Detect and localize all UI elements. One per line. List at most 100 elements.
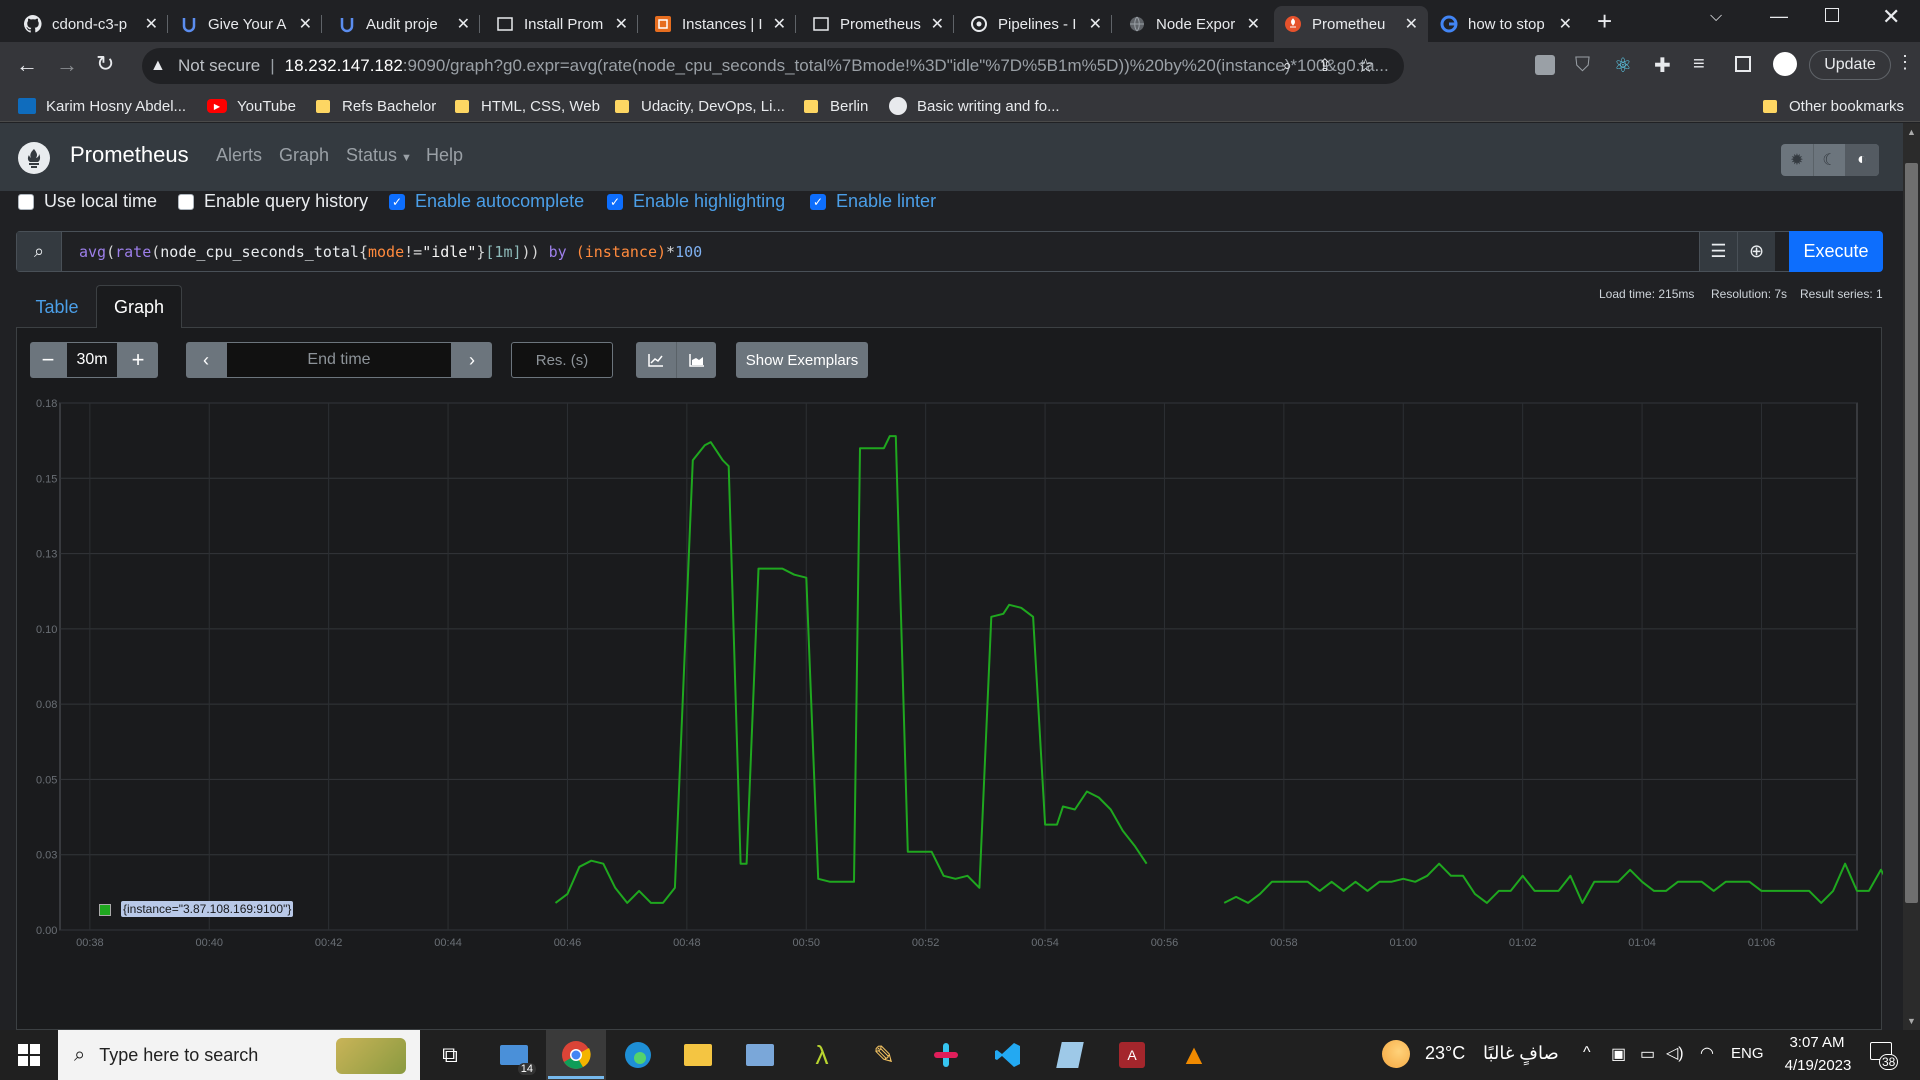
checkbox[interactable]: [18, 193, 34, 210]
option-highlighting[interactable]: ✓ Enable highlighting: [607, 191, 785, 212]
vlc-icon[interactable]: ▲: [1176, 1037, 1212, 1073]
edge-icon[interactable]: [620, 1037, 656, 1073]
vertical-scrollbar[interactable]: ▲ ▼: [1903, 123, 1920, 1030]
brand-title[interactable]: Prometheus: [70, 142, 189, 168]
back-icon[interactable]: ←: [16, 52, 38, 78]
query-input[interactable]: avg(rate(node_cpu_seconds_total{mode!="i…: [79, 243, 702, 261]
mail-icon[interactable]: 14: [496, 1037, 536, 1075]
range-input[interactable]: 30m: [66, 342, 118, 378]
tab-table[interactable]: Table: [22, 286, 92, 328]
browser-tab[interactable]: Prometheus ✕: [802, 6, 954, 42]
other-bookmarks[interactable]: Other bookmarks: [1763, 96, 1904, 116]
nav-alerts[interactable]: Alerts: [216, 145, 262, 166]
vscode-icon[interactable]: [990, 1037, 1026, 1073]
option-local-time[interactable]: Use local time: [18, 191, 157, 212]
clock-date[interactable]: 4/19/2023: [1778, 1057, 1858, 1074]
windows-start-icon[interactable]: [18, 1044, 40, 1066]
option-autocomplete[interactable]: ✓ Enable autocomplete: [389, 191, 584, 212]
checkbox-checked[interactable]: ✓: [607, 193, 623, 210]
taskbar-search[interactable]: ⌕ Type here to search: [58, 1030, 420, 1080]
lambda-app-icon[interactable]: λ: [804, 1037, 840, 1073]
paint-icon[interactable]: ✎: [866, 1037, 902, 1073]
notes-app-icon[interactable]: [1052, 1037, 1088, 1073]
browser-tab[interactable]: Node Expor ✕: [1118, 6, 1270, 42]
close-icon[interactable]: ✕: [299, 14, 312, 34]
scroll-down-icon[interactable]: ▼: [1907, 1016, 1916, 1026]
end-time-input[interactable]: End time: [226, 342, 452, 378]
access-icon[interactable]: A: [1114, 1037, 1150, 1073]
minimize-icon[interactable]: —: [1770, 6, 1788, 27]
scroll-thumb[interactable]: [1905, 163, 1918, 903]
chevron-right-icon[interactable]: ›: [452, 342, 492, 378]
option-query-history[interactable]: Enable query history: [178, 191, 368, 212]
remote-desktop-icon[interactable]: [742, 1037, 778, 1073]
stacked-chart-icon[interactable]: [676, 342, 716, 378]
weather-temp[interactable]: 23°C: [1425, 1043, 1465, 1064]
series-line[interactable]: [554, 435, 1148, 904]
puzzle-icon[interactable]: ✚: [1654, 53, 1671, 78]
bookmark[interactable]: ▶ YouTube: [207, 96, 296, 116]
task-view-icon[interactable]: ⧉: [432, 1037, 468, 1073]
tray-chevron-icon[interactable]: ^: [1583, 1044, 1591, 1062]
window-close-icon[interactable]: ✕: [1882, 4, 1900, 30]
checkbox-checked[interactable]: ✓: [389, 193, 405, 210]
close-icon[interactable]: ✕: [1247, 14, 1260, 34]
volume-icon[interactable]: ◁): [1666, 1043, 1684, 1063]
star-icon[interactable]: ☆: [1357, 55, 1374, 78]
bookmark[interactable]: HTML, CSS, Web: [455, 96, 600, 116]
wifi-icon[interactable]: ◠: [1700, 1043, 1714, 1063]
forward-icon[interactable]: →: [56, 52, 78, 78]
option-linter[interactable]: ✓ Enable linter: [810, 191, 936, 212]
scroll-up-icon[interactable]: ▲: [1907, 127, 1916, 137]
bookmark[interactable]: Basic writing and fo...: [889, 96, 1060, 116]
moon-icon[interactable]: ☾: [1813, 144, 1845, 176]
slack-icon[interactable]: [928, 1037, 964, 1073]
legend-series-label[interactable]: {instance="3.87.108.169:9100"}: [121, 901, 294, 917]
range-decrease-button[interactable]: −: [30, 342, 66, 378]
tab-search-icon[interactable]: ⌵: [1710, 8, 1722, 26]
language-indicator[interactable]: ENG: [1731, 1045, 1764, 1062]
browser-tab[interactable]: Pipelines - I ✕: [960, 6, 1112, 42]
browser-tab[interactable]: cdond-c3-p ✕: [14, 6, 168, 42]
browser-tab[interactable]: how to stop ✕: [1430, 6, 1582, 42]
prometheus-logo-icon[interactable]: [18, 142, 50, 174]
checkbox-checked[interactable]: ✓: [810, 193, 826, 210]
browser-tab[interactable]: Instances | I ✕: [644, 6, 796, 42]
browser-tab[interactable]: Give Your A ✕: [170, 6, 322, 42]
new-tab-button[interactable]: +: [1597, 6, 1612, 36]
show-exemplars-button[interactable]: Show Exemplars: [736, 342, 868, 378]
globe-icon[interactable]: ⊕: [1737, 232, 1775, 271]
range-increase-button[interactable]: +: [118, 342, 158, 378]
battery-icon[interactable]: ▭: [1640, 1044, 1655, 1064]
bookmark[interactable]: Berlin: [804, 96, 868, 116]
metrics-explorer-icon[interactable]: ☰: [1699, 232, 1737, 271]
checkbox[interactable]: [178, 193, 194, 210]
nav-help[interactable]: Help: [426, 145, 463, 166]
chrome-icon[interactable]: [558, 1037, 594, 1073]
bookmark[interactable]: Udacity, DevOps, Li...: [615, 96, 785, 116]
sidepanel-icon[interactable]: [1735, 56, 1751, 72]
browser-tab-active[interactable]: Prometheu ✕: [1274, 6, 1428, 42]
contrast-icon[interactable]: ◐: [1845, 144, 1879, 176]
bookmark[interactable]: Refs Bachelor: [316, 96, 436, 116]
shield-icon[interactable]: ⛉: [1575, 54, 1590, 77]
zoom-icon[interactable]: ⌕: [1282, 56, 1292, 76]
close-icon[interactable]: ✕: [145, 14, 158, 34]
share-icon[interactable]: ⇪: [1318, 56, 1332, 76]
close-icon[interactable]: ✕: [931, 14, 944, 34]
update-button[interactable]: Update: [1809, 50, 1891, 80]
sun-icon[interactable]: ✹: [1781, 144, 1813, 176]
execute-button[interactable]: Execute: [1789, 231, 1883, 272]
clock-time[interactable]: 3:07 AM: [1784, 1034, 1850, 1051]
file-explorer-icon[interactable]: [680, 1037, 716, 1073]
nav-graph[interactable]: Graph: [279, 145, 329, 166]
browser-tab[interactable]: Install Prom ✕: [486, 6, 638, 42]
extension-icon[interactable]: [1535, 55, 1555, 75]
series-line[interactable]: [1223, 862, 1894, 904]
weather-icon[interactable]: [1382, 1040, 1410, 1068]
chart-svg[interactable]: 0.18 0.15 0.13 0.10 0.08 0.05 0.03 0.00 00:38 00:…: [17, 388, 1894, 949]
address-bar[interactable]: ▲ Not secure | 18.232.147.182 :9090/grap…: [142, 48, 1404, 84]
chevron-left-icon[interactable]: ‹: [186, 342, 226, 378]
react-devtools-icon[interactable]: ⚛: [1614, 53, 1632, 78]
close-icon[interactable]: ✕: [615, 14, 628, 34]
